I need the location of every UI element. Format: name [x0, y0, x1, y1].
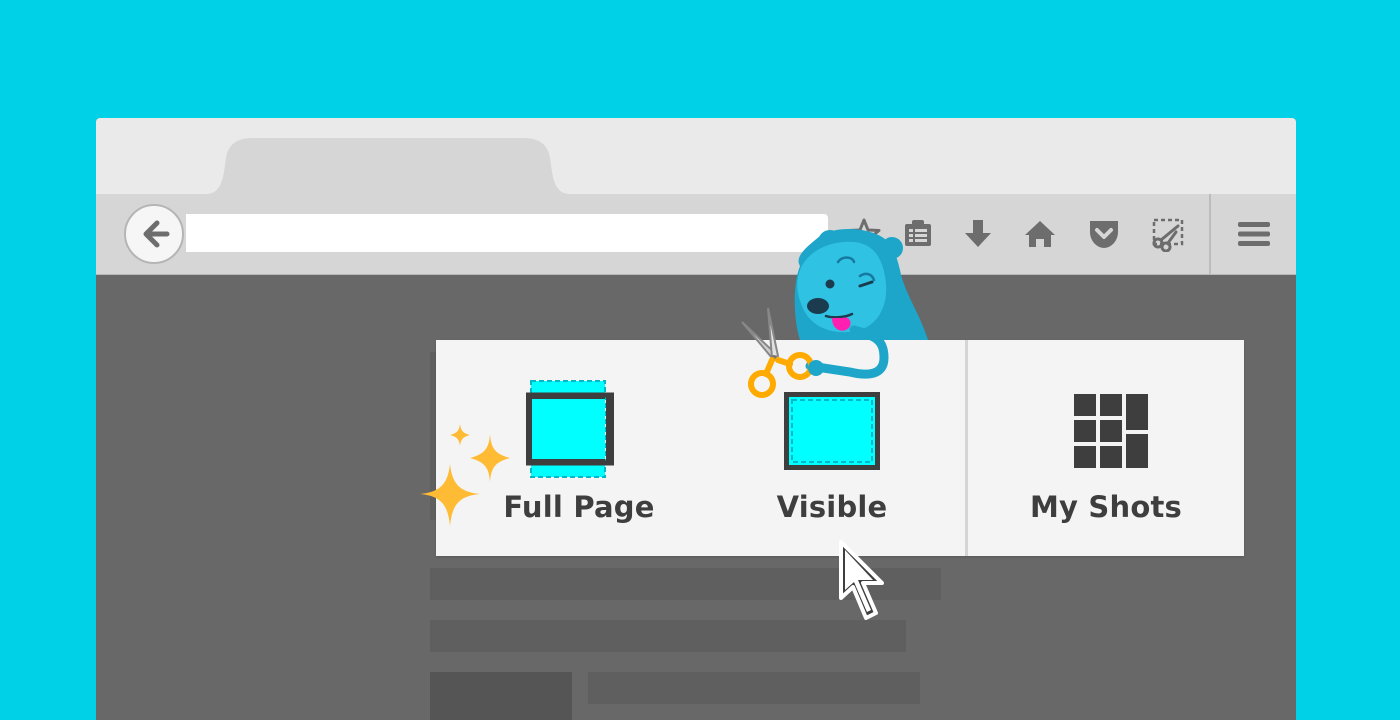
toolbar-divider: [1209, 194, 1211, 274]
visible-label: Visible: [776, 490, 888, 524]
navigation-toolbar: [96, 194, 1296, 275]
downloads-button[interactable]: [960, 216, 996, 252]
back-arrow-icon: [143, 220, 170, 248]
home-button[interactable]: [1022, 216, 1058, 252]
screenshots-button[interactable]: [1150, 216, 1186, 252]
visible-area-icon: [784, 392, 880, 470]
screenshot-scissors-icon: [1152, 218, 1184, 252]
content-placeholder: [430, 620, 906, 652]
my-shots-grid-icon: [1074, 394, 1148, 468]
url-bar[interactable]: [186, 214, 828, 252]
content-placeholder: [430, 672, 572, 720]
menu-button[interactable]: [1236, 216, 1272, 252]
mouse-cursor-icon: [839, 540, 884, 620]
content-placeholder: [588, 672, 920, 704]
pocket-icon: [1090, 221, 1118, 248]
home-icon: [1025, 221, 1055, 247]
my-shots-option[interactable]: My Shots: [968, 340, 1244, 556]
sparkle-icon: [420, 424, 510, 526]
my-shots-label: My Shots: [1029, 490, 1183, 524]
back-button[interactable]: [124, 204, 184, 264]
hamburger-menu-icon: [1238, 222, 1270, 246]
scissors-icon: [741, 307, 824, 398]
browser-tab[interactable]: [206, 138, 570, 194]
pocket-button[interactable]: [1086, 216, 1122, 252]
full-page-icon: [526, 380, 614, 478]
download-icon: [965, 220, 991, 247]
tab-strip: [96, 118, 1296, 194]
